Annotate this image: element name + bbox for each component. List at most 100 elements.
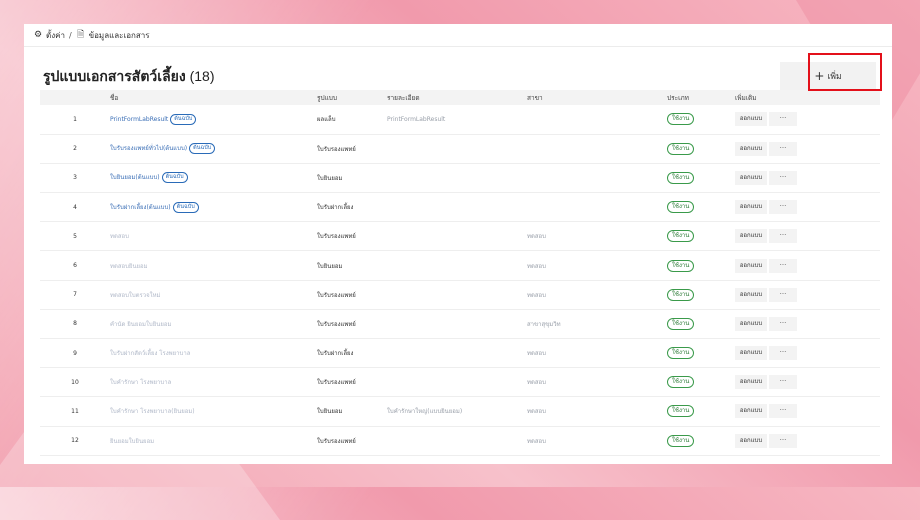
row-branch: ทดสอบ [527,233,546,241]
row-format: ใบรับรองแพทย์ [317,437,356,445]
row-format: ใบยินยอม [317,174,343,182]
table-row[interactable]: 12 ยินยอมใบยินยอม ใบรับรองแพทย์ ทดสอบ ใช้งาน… [40,426,880,456]
design-button[interactable]: ออกแบบ [735,170,767,185]
gear-icon: ⚙ [33,30,43,40]
row-status-cell: ใช้งาน [667,193,735,222]
status-badge: ใช้งาน [667,259,695,272]
row-detail: PrintFormLabResult [387,115,446,123]
breadcrumb-separator: / [68,30,72,40]
main-panel: ⚙ ตั้งค่า / 🗎 ข้อมูลและเอกสาร รูปแบบเอกส… [24,24,892,464]
table-header: ชื่อ รูปแบบ รายละเอียด สาขา ประเภท เพิ่ม… [40,90,880,105]
row-name-link[interactable]: ทดสอบยินยอม [110,263,148,270]
row-status-cell: ใช้งาน [667,222,735,251]
row-number: 2 [73,145,77,153]
design-button[interactable]: ออกแบบ [735,141,767,156]
row-detail [387,251,527,280]
status-badge: ใช้งาน [667,317,695,330]
row-name-link[interactable]: ใบรับฝากสัตว์เลี้ยง โรงพยาบาล [110,350,190,357]
more-options-button[interactable]: ··· [769,375,797,390]
design-button[interactable]: ออกแบบ [735,316,767,331]
more-options-button[interactable]: ··· [769,404,797,419]
more-options-button[interactable]: ··· [769,200,797,215]
status-badge: ใช้งาน [667,201,695,214]
row-name-cell: ใบรับรองแพทย์ทั่วไป(ต้นแบบ) ต้นฉบับ [110,134,317,163]
design-button[interactable]: ออกแบบ [735,287,767,302]
row-name-cell: PrintFormLabResult ต้นฉบับ [110,105,317,134]
row-detail [387,426,527,455]
design-button[interactable]: ออกแบบ [735,433,767,448]
table-row[interactable]: 3 ใบยินยอม(ต้นแบบ) ต้นฉบับ ใบยินยอม ใช้งาน ออ… [40,163,880,193]
more-options-button[interactable]: ··· [769,287,797,302]
row-branch [527,105,667,134]
design-button[interactable]: ออกแบบ [735,112,767,127]
header-no [40,90,110,105]
row-number: 5 [73,232,77,240]
breadcrumb: ⚙ ตั้งค่า / 🗎 ข้อมูลและเอกสาร [24,24,892,47]
row-branch: ทดสอบ [527,379,546,387]
breadcrumb-current: 🗎 ข้อมูลและเอกสาร [76,27,150,43]
status-badge: ใช้งาน [667,171,695,184]
more-options-button[interactable]: ··· [769,229,797,244]
row-format: ใบยินยอม [317,262,343,270]
header-detail: รายละเอียด [387,93,420,102]
row-status-cell: ใช้งาน [667,105,735,134]
table-row[interactable]: 10 ใบคำรักษา โรงพยาบาล ใบรับรองแพทย์ ทดสอบ ใ… [40,368,880,397]
row-detail [387,280,527,309]
table-row[interactable]: 11 ใบคำรักษา โรงพยาบาล(ยินยอม) ใบยินยอม ใบค… [40,397,880,427]
more-options-button[interactable]: ··· [769,112,797,127]
more-options-button[interactable]: ··· [769,258,797,273]
document-table: ชื่อ รูปแบบ รายละเอียด สาขา ประเภท เพิ่ม… [40,90,880,456]
table-row[interactable]: 5 ทดสอบ ใบรับรองแพทย์ ทดสอบ ใช้งาน ออกแบบ ··· [40,222,880,251]
row-detail [387,163,527,192]
status-badge: ใช้งาน [667,347,695,360]
design-button[interactable]: ออกแบบ [735,200,767,215]
design-button[interactable]: ออกแบบ [735,404,767,419]
table-row[interactable]: 4 ใบรับฝากเลี้ยง(ต้นแบบ) ต้นฉบับ ใบรับฝากเล… [40,193,880,222]
row-name-link[interactable]: PrintFormLabResult [110,116,168,123]
status-badge: ใช้งาน [667,288,695,301]
status-badge: ใช้งาน [667,434,695,447]
row-name-link[interactable]: คำนัด ยินยอมใบยินยอม [110,321,171,328]
page-title: รูปแบบเอกสารสัตว์เลี้ยง (18) [43,66,215,88]
row-name-link[interactable]: ใบคำรักษา โรงพยาบาล [110,379,171,386]
row-name-link[interactable]: ใบคำรักษา โรงพยาบาล(ยินยอม) [110,408,195,415]
design-button[interactable]: ออกแบบ [735,375,767,390]
breadcrumb-current-label: ข้อมูลและเอกสาร [88,30,150,40]
row-name-link[interactable]: ยินยอมใบยินยอม [110,438,154,445]
row-name-link[interactable]: ใบยินยอม(ต้นแบบ) [110,174,160,181]
more-options-button[interactable]: ··· [769,346,797,361]
row-name-link[interactable]: ทดสอบ [110,233,129,240]
more-options-button[interactable]: ··· [769,141,797,156]
status-badge: ใช้งาน [667,113,695,126]
default-badge: ต้นฉบับ [172,201,199,213]
row-detail [387,309,527,338]
design-button[interactable]: ออกแบบ [735,258,767,273]
row-actions: ออกแบบ ··· [735,426,880,455]
row-name-link[interactable]: ทดสอบใบตรวจใหม่ [110,292,161,299]
table-row[interactable]: 8 คำนัด ยินยอมใบยินยอม ใบรับรองแพทย์ สาขาสุ… [40,309,880,339]
row-format: ใบรับรองแพทย์ [317,233,356,241]
row-branch [527,163,667,192]
row-name-link[interactable]: ใบรับรองแพทย์ทั่วไป(ต้นแบบ) [110,145,187,152]
more-options-button[interactable]: ··· [769,170,797,185]
row-actions: ออกแบบ ··· [735,339,880,368]
table-row[interactable]: 6 ทดสอบยินยอม ใบยินยอม ทดสอบ ใช้งาน ออกแบบ ··· [40,251,880,281]
row-name-cell: ใบรับฝากสัตว์เลี้ยง โรงพยาบาล [110,339,317,368]
row-name-link[interactable]: ใบรับฝากเลี้ยง(ต้นแบบ) [110,204,171,211]
row-status-cell: ใช้งาน [667,368,735,397]
header-type: ประเภท [667,93,689,102]
more-options-button[interactable]: ··· [769,433,797,448]
design-button[interactable]: ออกแบบ [735,229,767,244]
row-name-cell: คำนัด ยินยอมใบยินยอม [110,309,317,338]
table-row[interactable]: 1 PrintFormLabResult ต้นฉบับ ผลแล็บ PrintFor… [40,105,880,135]
row-branch: สาขาสุขุมวิท [527,320,561,328]
breadcrumb-settings[interactable]: ⚙ ตั้งค่า [33,29,65,42]
table-row[interactable]: 2 ใบรับรองแพทย์ทั่วไป(ต้นแบบ) ต้นฉบับ ใบรับ… [40,134,880,164]
table-row[interactable]: 7 ทดสอบใบตรวจใหม่ ใบรับรองแพทย์ ทดสอบ ใช้งาน… [40,280,880,310]
design-button[interactable]: ออกแบบ [735,346,767,361]
more-options-button[interactable]: ··· [769,316,797,331]
row-name-cell: ใบคำรักษา โรงพยาบาล [110,368,317,397]
row-name-cell: ยินยอมใบยินยอม [110,426,317,455]
row-actions: ออกแบบ ··· [735,105,880,134]
table-row[interactable]: 9 ใบรับฝากสัตว์เลี้ยง โรงพยาบาล ใบรับฝากเล… [40,339,880,368]
